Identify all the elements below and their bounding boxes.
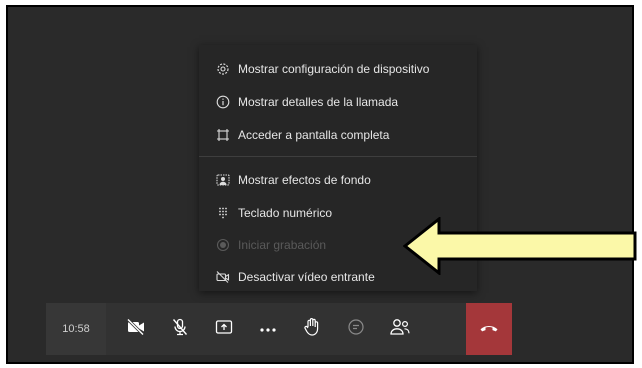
- menu-item-device-settings[interactable]: Mostrar configuración de dispositivo: [199, 54, 477, 84]
- fullscreen-icon: [216, 128, 230, 142]
- highlight-arrow: [403, 217, 637, 275]
- menu-item-label: Mostrar configuración de dispositivo: [238, 62, 430, 76]
- menu-item-label: Mostrar detalles de la llamada: [238, 95, 399, 109]
- menu-item-label: Teclado numérico: [238, 206, 333, 220]
- mic-toggle-button[interactable]: [160, 303, 200, 355]
- background-effects-icon: [216, 173, 230, 187]
- chat-button[interactable]: [336, 303, 376, 355]
- participants-icon: [389, 318, 411, 341]
- menu-item-background-effects[interactable]: Mostrar efectos de fondo: [199, 165, 477, 195]
- menu-divider: [199, 156, 477, 157]
- mic-off-icon: [171, 318, 189, 341]
- menu-item-fullscreen[interactable]: Acceder a pantalla completa: [199, 120, 477, 150]
- video-off-icon: [216, 270, 230, 284]
- menu-item-label: Desactivar vídeo entrante: [238, 270, 375, 284]
- call-timer: 10:58: [46, 303, 106, 355]
- chat-icon: [347, 318, 365, 341]
- info-icon: [216, 95, 230, 109]
- hang-up-icon: [479, 320, 499, 338]
- camera-toggle-button[interactable]: [116, 303, 156, 355]
- more-icon: [259, 320, 277, 338]
- menu-item-label: Acceder a pantalla completa: [238, 128, 390, 142]
- hang-up-button[interactable]: [466, 303, 512, 355]
- gear-icon: [216, 62, 230, 76]
- participants-button[interactable]: [380, 303, 420, 355]
- call-controls-toolbar: 10:58: [46, 303, 512, 355]
- raise-hand-icon: [303, 317, 321, 342]
- share-screen-button[interactable]: [204, 303, 244, 355]
- menu-item-call-details[interactable]: Mostrar detalles de la llamada: [199, 87, 477, 117]
- meeting-stage: Mostrar configuración de dispositivo Mos…: [6, 5, 637, 364]
- share-screen-icon: [215, 319, 233, 340]
- menu-item-label: Mostrar efectos de fondo: [238, 173, 371, 187]
- raise-hand-button[interactable]: [292, 303, 332, 355]
- dialpad-icon: [216, 206, 230, 220]
- camera-off-icon: [126, 317, 146, 341]
- more-actions-button[interactable]: [248, 303, 288, 355]
- menu-item-label: Iniciar grabación: [238, 238, 327, 252]
- record-icon: [216, 238, 230, 252]
